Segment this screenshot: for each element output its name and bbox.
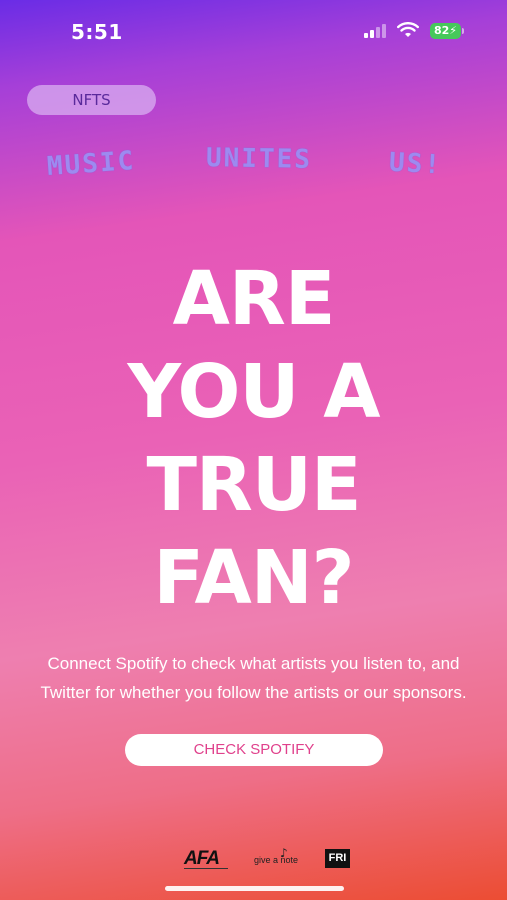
give-a-note-logo: give a note [254,855,299,865]
headline: ARE YOU A TRUE FAN? [0,253,507,625]
cellular-signal-icon [364,24,390,38]
status-time: 5:51 [71,20,123,44]
battery-tip [462,28,464,34]
tagline: MUSIC UNITES US! [0,138,507,188]
tagline-word: US! [388,147,443,181]
sponsor-logos: AFA give a note ♪ FRI [0,846,507,872]
status-bar: 5:51 82⚡ [0,0,507,62]
description-text: Connect Spotify to check what artists yo… [40,654,467,702]
tagline-word: MUSIC [46,145,137,183]
nfts-button[interactable]: NFTS [27,85,156,115]
headline-line: ARE [172,256,336,342]
tagline-word: UNITES [205,143,313,175]
headline-line: FAN? [153,535,354,621]
headline-line: TRUE [146,442,361,528]
headline-line: YOU A [127,349,381,435]
check-spotify-button[interactable]: CHECK SPOTIFY [125,734,383,766]
wifi-icon [397,22,419,37]
battery-icon: 82⚡ [430,23,461,39]
afa-logo-underline [184,868,228,869]
home-indicator[interactable] [165,886,344,891]
charging-bolt-icon: ⚡ [449,24,458,37]
fri-logo: FRI [325,849,350,868]
afa-logo: AFA [184,848,220,869]
music-note-icon: ♪ [280,846,288,860]
battery-level: 82 [433,24,450,37]
